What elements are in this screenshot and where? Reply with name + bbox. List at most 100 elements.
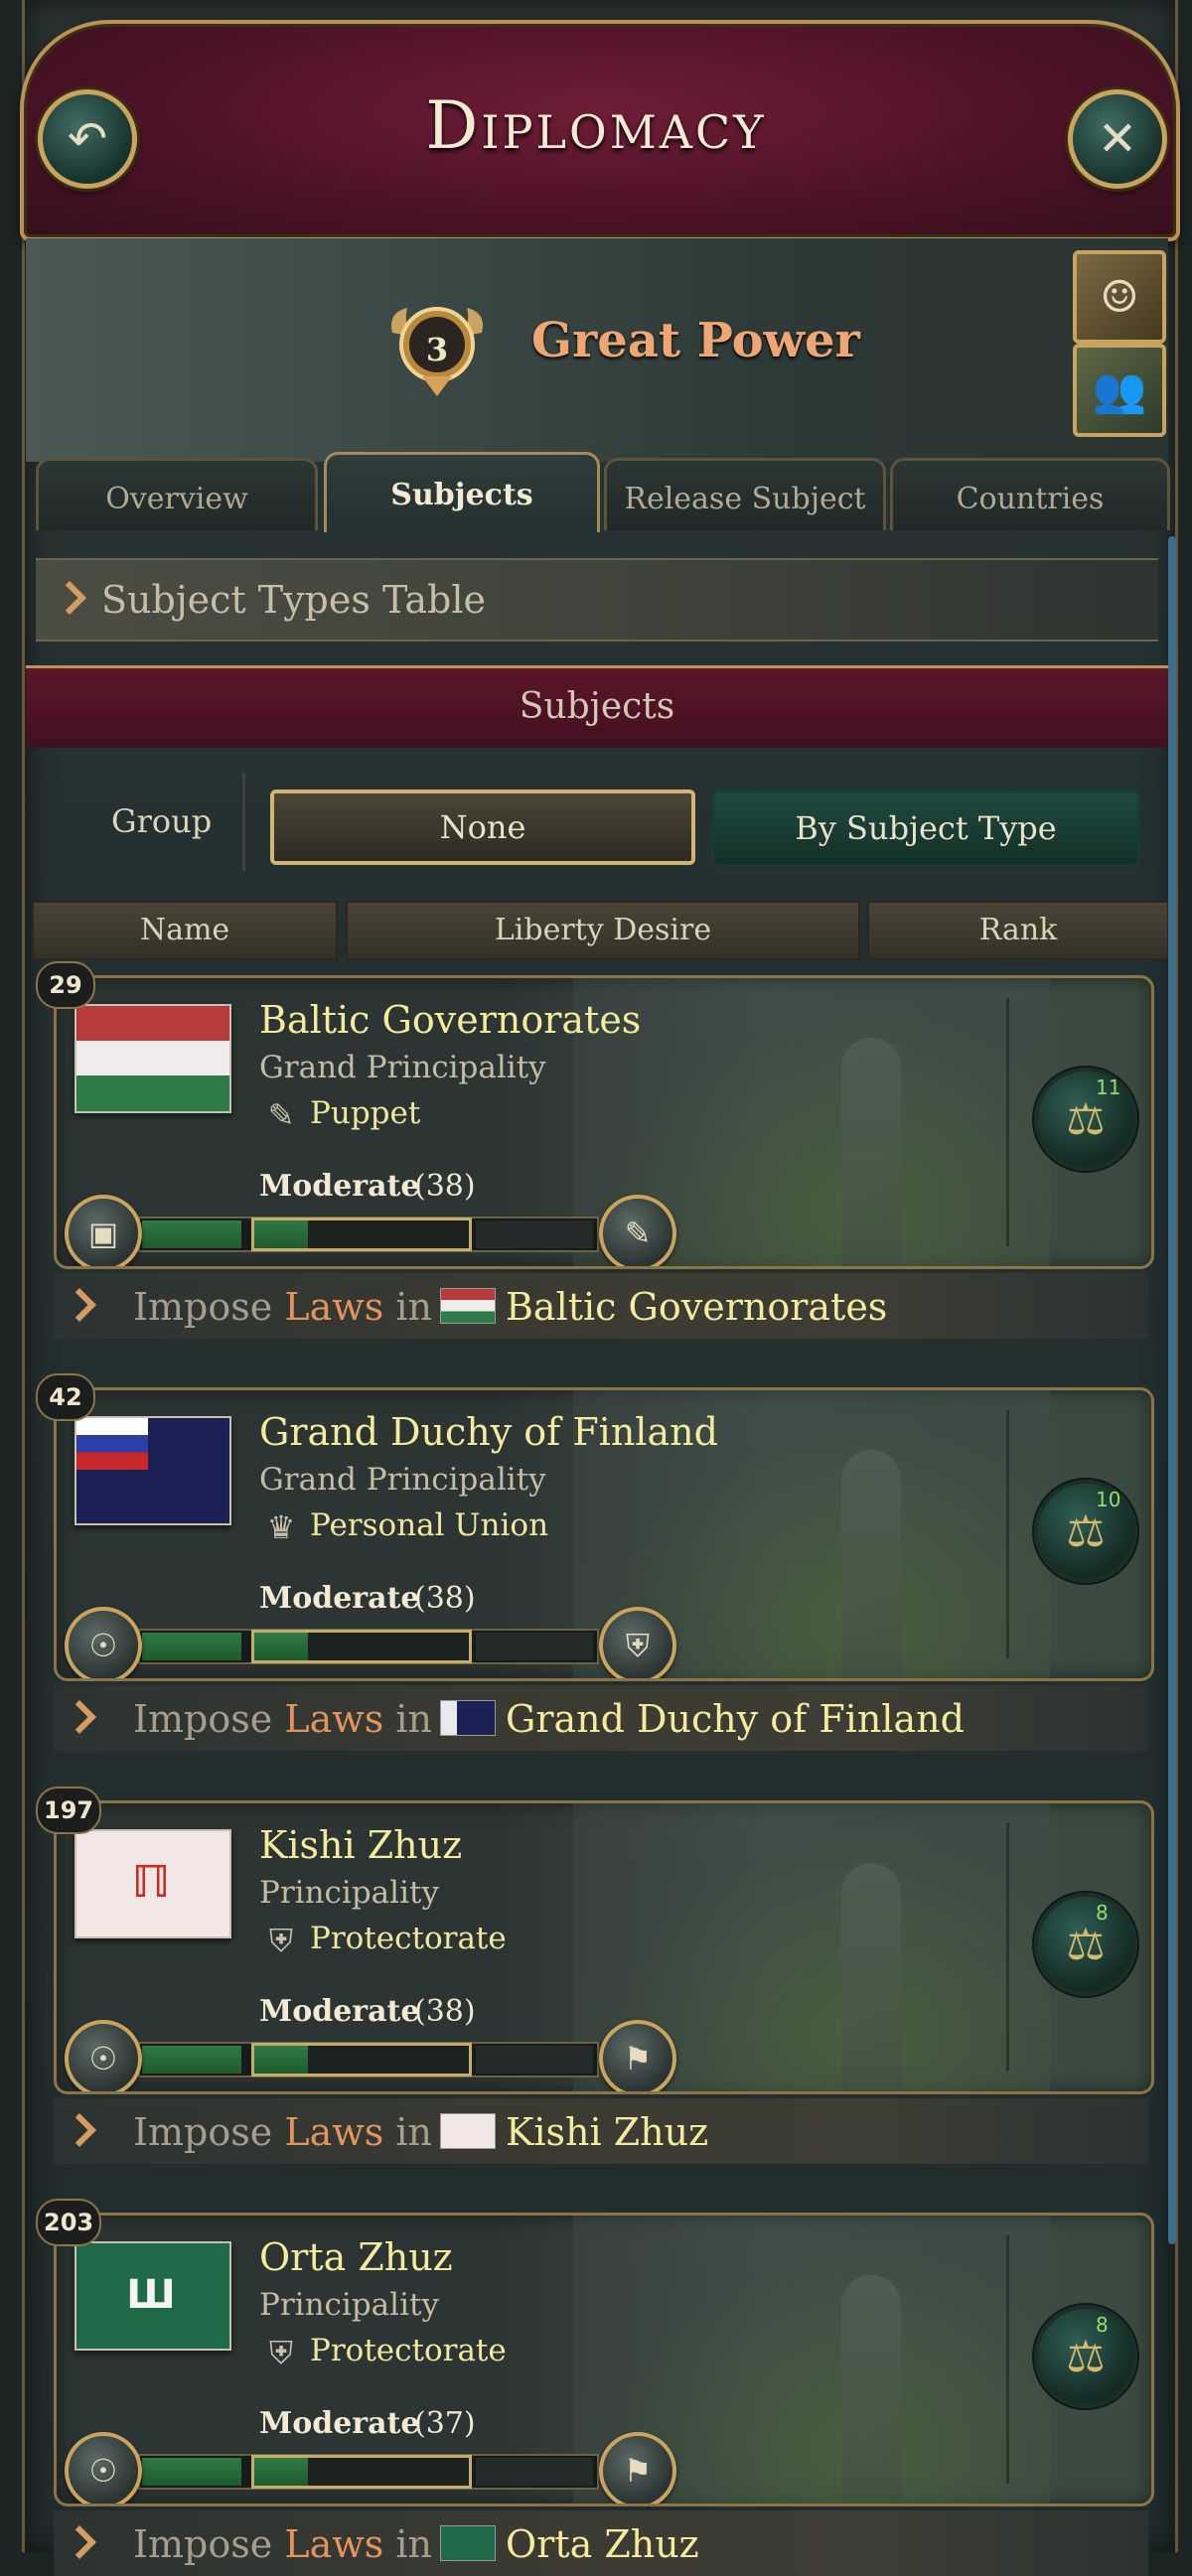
page-title: Diplomacy [425,87,767,164]
subject-name[interactable]: Kishi Zhuz [259,1823,462,1867]
impose-word: Impose [133,2110,273,2154]
liberty-level: Moderate [259,1581,420,1616]
laws-word: Laws [284,2522,384,2566]
column-header-liberty[interactable]: Liberty Desire [346,901,860,960]
subject-card[interactable]: Grand Duchy of Finland Grand Principalit… [54,1387,1154,1681]
liberty-bar-high [476,2458,593,2486]
in-word: in [395,1697,432,1741]
subject-name[interactable]: Baltic Governorates [259,998,641,1042]
scrollbar[interactable] [1168,536,1176,2244]
divider [242,773,245,872]
subject-name[interactable]: Grand Duchy of Finland [259,1410,718,1454]
chevron-right-icon [53,581,86,615]
subject-types-table-toggle[interactable]: Subject Types Table [36,558,1158,642]
flag-icon [74,1004,231,1113]
close-button[interactable]: ✕ [1068,89,1167,189]
column-header-name[interactable]: Name [32,901,338,960]
rank-badge: 197 [36,1787,102,1834]
tab-release-subject[interactable]: Release Subject [604,458,886,530]
back-button[interactable]: ↶ [38,89,137,189]
impose-laws-row[interactable]: Impose Laws in Orta Zhuz [54,2510,1148,2576]
current-state-icon: ☉ [65,2020,142,2091]
power-status: Great Power [531,313,860,368]
impose-laws-row[interactable]: Impose Laws in Baltic Governorates [54,1273,1148,1339]
subjects-section-title: Subjects [519,686,675,727]
card-background-tower [841,2275,901,2504]
chevron-right-icon [63,1700,96,1734]
laws-button[interactable]: ⚖ [1034,1480,1137,1583]
crown-icon: ♛ [266,1508,296,1546]
card-background-tower [841,1038,901,1266]
laws-button[interactable]: ⚖ [1034,1068,1137,1171]
flag-icon [74,1416,231,1525]
people-button[interactable]: 👥 [1073,344,1166,437]
tab-subjects[interactable]: Subjects [324,452,600,532]
gavel-icon: ⚖ [1066,1093,1106,1145]
puppet-icon: ✎ [267,1096,295,1134]
chevron-right-icon [63,1288,96,1322]
subject-relation: Personal Union [310,1507,549,1543]
group-by-type-button[interactable]: By Subject Type [711,789,1140,867]
divider [1006,1410,1009,1658]
liberty-bar-high [476,1220,593,1248]
subject-card[interactable]: Baltic Governorates Grand Principality ✎… [54,975,1154,1269]
card-background-tower [841,1863,901,2091]
impose-country-name[interactable]: Kishi Zhuz [506,2110,708,2154]
subjects-section-header: Subjects [26,665,1168,748]
liberty-bar [138,1629,599,1664]
subject-card[interactable]: ℿ Kishi Zhuz Principality ⛨ Protectorate… [54,1800,1154,2094]
subject-card[interactable]: Ш Orta Zhuz Principality ⛨ Protectorate … [54,2213,1154,2506]
liberty-value: (38) [414,1994,476,2029]
impose-laws-text: Impose Laws in Grand Duchy of Finland [133,1697,965,1741]
impose-country-name[interactable]: Orta Zhuz [506,2522,699,2566]
in-word: in [395,2522,432,2566]
laws-count: 8 [1096,1901,1109,1925]
impose-country-name[interactable]: Baltic Governorates [506,1285,887,1329]
subject-name[interactable]: Orta Zhuz [259,2235,453,2279]
liberty-bar-low [142,1220,241,1248]
subject-relation: Protectorate [310,2333,507,2368]
subject-types-table-label: Subject Types Table [101,578,486,622]
liberty-value: (38) [414,1169,476,1204]
next-state-icon: ⚑ [599,2432,676,2504]
liberty-bar-fill [254,1633,308,1660]
group-none-button[interactable]: None [270,789,695,865]
gavel-icon: ⚖ [1066,1505,1106,1557]
subject-type: Principality [259,1875,439,1911]
impose-word: Impose [133,2522,273,2566]
liberty-level: Moderate [259,2406,420,2441]
impose-laws-row[interactable]: Impose Laws in Grand Duchy of Finland [54,1685,1148,1751]
current-state-icon: ☉ [65,1607,142,1678]
rank-badge: 203 [36,2199,102,2246]
liberty-value: (37) [414,2406,476,2441]
flag-icon: Ш [74,2241,231,2351]
mini-flag-icon [440,2525,496,2561]
liberty-bar-fill [254,2458,308,2486]
tab-countries[interactable]: Countries [890,458,1170,530]
liberty-bar [138,2454,599,2490]
laws-word: Laws [284,1285,384,1329]
in-word: in [395,1285,432,1329]
shield-icon: ⛨ [268,2333,293,2371]
laws-button[interactable]: ⚖ [1034,2305,1137,2408]
liberty-value: (38) [414,1581,476,1616]
laws-button[interactable]: ⚖ [1034,1893,1137,1996]
current-state-icon: ☉ [65,2432,142,2504]
tab-overview[interactable]: Overview [36,458,318,530]
impose-country-name[interactable]: Grand Duchy of Finland [506,1697,965,1741]
next-state-icon: ⛨ [599,1607,676,1678]
column-header-rank[interactable]: Rank [867,901,1169,960]
card-background-tower [841,1450,901,1678]
gavel-icon: ⚖ [1066,1919,1106,1970]
liberty-bar-low [142,2046,241,2074]
laws-count: 10 [1096,1488,1121,1511]
leader-portrait-button[interactable]: ☺ [1073,250,1166,344]
rank-badge: 29 [36,961,95,1009]
current-state-icon: ▣ [65,1195,142,1266]
impose-word: Impose [133,1285,273,1329]
mini-flag-icon [440,1288,496,1324]
impose-laws-row[interactable]: Impose Laws in Kishi Zhuz [54,2098,1148,2164]
chevron-right-icon [63,2113,96,2147]
impose-laws-text: Impose Laws in Kishi Zhuz [133,2110,708,2154]
flag-icon: ℿ [74,1829,231,1938]
